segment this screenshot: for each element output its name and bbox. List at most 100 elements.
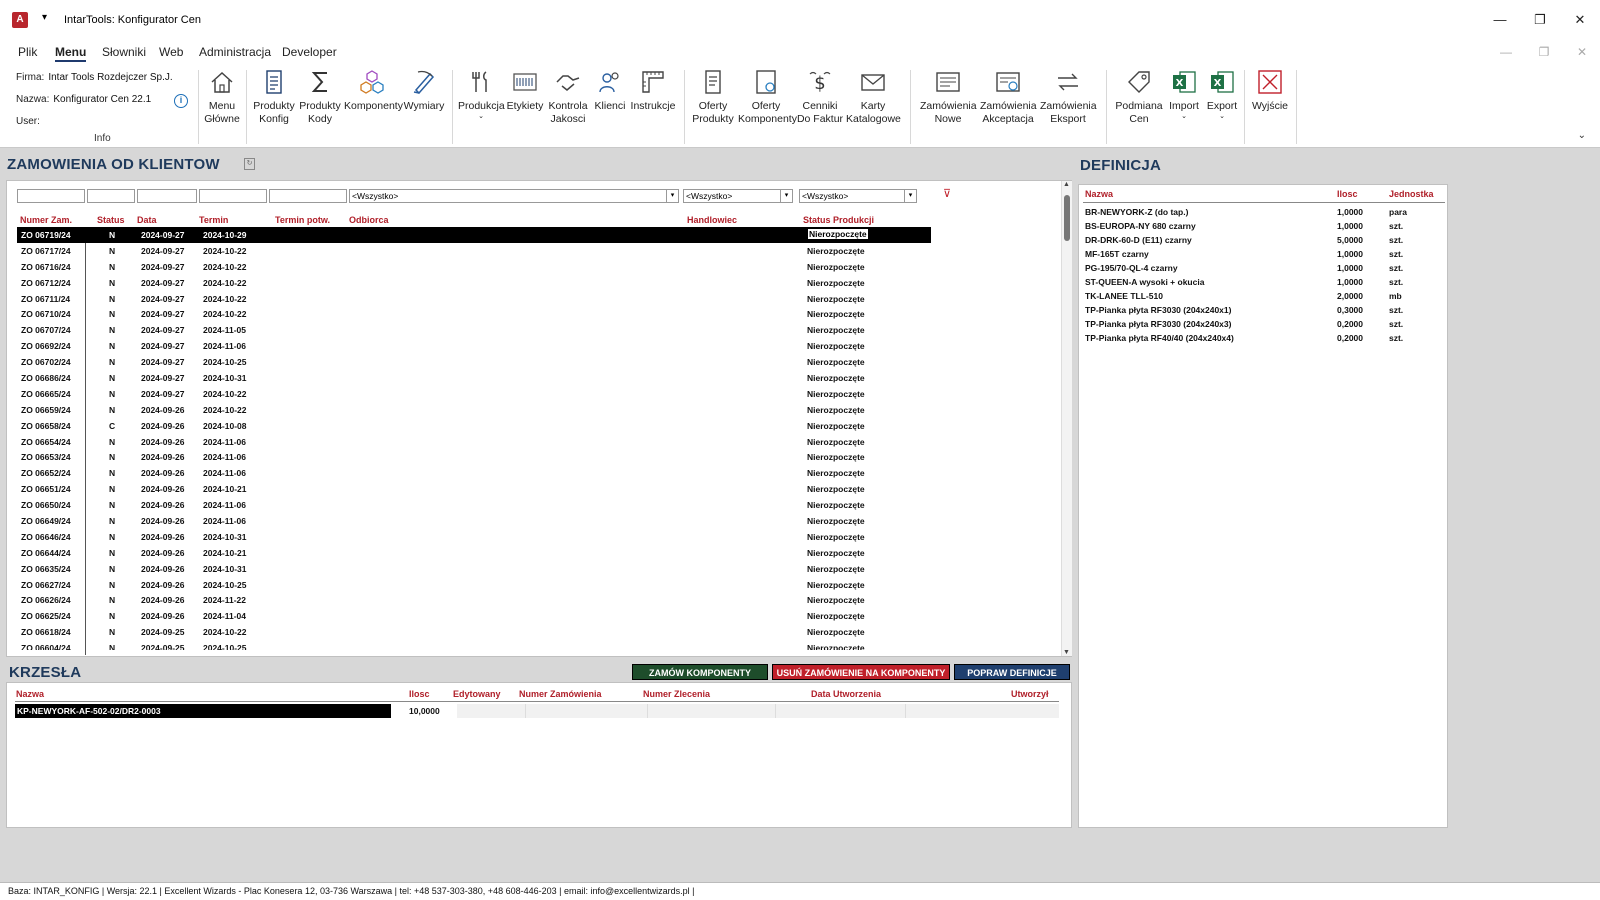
col-termin[interactable]: Termin <box>199 215 228 225</box>
kcol-edytowany[interactable]: Edytowany <box>453 689 501 699</box>
import-button[interactable]: X Import ⌄ <box>1166 68 1202 121</box>
klienci-button[interactable]: Klienci <box>592 68 628 113</box>
col-odbiorca[interactable]: Odbiorca <box>349 215 389 225</box>
info-icon[interactable]: i <box>174 94 188 108</box>
col-handlowiec[interactable]: Handlowiec <box>687 215 737 225</box>
table-row[interactable]: ZO 06649/24 N 2024-09-26 2024-11-06 Nierozpo… <box>17 513 1057 529</box>
minimize-button[interactable]: — <box>1480 8 1520 32</box>
definicja-row[interactable]: MF-165T czarny 1,0000 szt. <box>1085 247 1441 261</box>
table-row[interactable]: ZO 06626/24 N 2024-09-26 2024-11-22 Nierozpo… <box>17 592 1057 608</box>
cenniki-button[interactable]: $ Cenniki Do Faktur <box>796 68 844 126</box>
col-numer-zam[interactable]: Numer Zam. <box>20 215 72 225</box>
definicja-row[interactable]: BS-EUROPA-NY 680 czarny 1,0000 szt. <box>1085 219 1441 233</box>
popraw-definicje-button[interactable]: POPRAW DEFINICJE <box>954 664 1070 680</box>
definicja-row[interactable]: PG-195/70-QL-4 czarny 1,0000 szt. <box>1085 261 1441 275</box>
chevron-down-icon[interactable]: ▾ <box>780 190 792 202</box>
kcol-numer-zlecenia[interactable]: Numer Zlecenia <box>643 689 710 699</box>
table-row[interactable]: ZO 06651/24 N 2024-09-26 2024-10-21 Nierozpo… <box>17 481 1057 497</box>
table-row[interactable]: ZO 06644/24 N 2024-09-26 2024-10-21 Nierozpo… <box>17 545 1057 561</box>
definicja-row[interactable]: TP-Pianka płyta RF3030 (204x240x3) 0,2000… <box>1085 317 1441 331</box>
table-row[interactable]: ZO 06707/24 N 2024-09-27 2024-11-05 Nierozpo… <box>17 322 1057 338</box>
close-button[interactable]: ✕ <box>1560 8 1600 32</box>
orders-scrollbar[interactable]: ▲ ▼ <box>1061 181 1072 656</box>
filter-status[interactable] <box>87 189 135 203</box>
definicja-row[interactable]: TK-LANEE TLL-510 2,0000 mb <box>1085 289 1441 303</box>
table-row[interactable]: ZO 06650/24 N 2024-09-26 2024-11-06 Nierozpo… <box>17 497 1057 513</box>
dcol-ilosc[interactable]: Ilosc <box>1337 189 1358 199</box>
definicja-row[interactable]: DR-DRK-60-D (E11) czarny 5,0000 szt. <box>1085 233 1441 247</box>
filter-numer[interactable] <box>17 189 85 203</box>
definicja-row[interactable]: TP-Pianka płyta RF40/40 (204x240x4) 0,200… <box>1085 331 1441 345</box>
doc-minimize-button[interactable]: — <box>1486 40 1526 64</box>
kcol-utworzyl[interactable]: Utworzył <box>1011 689 1049 699</box>
kcol-ilosc[interactable]: Ilosc <box>409 689 430 699</box>
col-status[interactable]: Status <box>97 215 125 225</box>
table-row[interactable]: ZO 06653/24 N 2024-09-26 2024-11-06 Nierozpo… <box>17 449 1057 465</box>
export-dropdown-icon[interactable]: ⌄ <box>1204 113 1240 121</box>
kcol-data-utworzenia[interactable]: Data Utworzenia <box>811 689 881 699</box>
table-row[interactable]: ZO 06710/24 N 2024-09-27 2024-10-22 Nierozpo… <box>17 306 1057 322</box>
maximize-button[interactable]: ❐ <box>1520 8 1560 32</box>
filter-odbiorca[interactable]: <Wszystko> ▾ <box>349 189 679 203</box>
menu-plik[interactable]: Plik <box>18 45 37 59</box>
komponenty-button[interactable]: Komponenty <box>344 68 403 113</box>
doc-close-button[interactable]: ✕ <box>1562 40 1600 64</box>
quick-access-dropdown-icon[interactable]: ▾ <box>42 12 47 23</box>
zamow-komponenty-button[interactable]: ZAMÓW KOMPONENTY <box>632 664 768 680</box>
kcol-nazwa[interactable]: Nazwa <box>16 689 44 699</box>
import-dropdown-icon[interactable]: ⌄ <box>1166 113 1202 121</box>
definicja-row[interactable]: TP-Pianka płyta RF3030 (204x240x1) 0,3000… <box>1085 303 1441 317</box>
oferty-komponenty-button[interactable]: Oferty Komponenty <box>738 68 797 126</box>
access-app-icon[interactable]: A <box>12 12 28 28</box>
krzesla-row[interactable]: KP-NEWYORK-AF-502-02/DR2-0003 10,0000 <box>15 704 1059 718</box>
table-row[interactable]: ZO 06717/24 N 2024-09-27 2024-10-22 Nierozpo… <box>17 243 1057 259</box>
table-row[interactable]: ZO 06716/24 N 2024-09-27 2024-10-22 Nierozpo… <box>17 259 1057 275</box>
collapse-ribbon-icon[interactable]: ⌄ <box>1578 130 1586 141</box>
wymiary-button[interactable]: Wymiary <box>402 68 446 113</box>
etykiety-button[interactable]: Etykiety <box>506 68 544 113</box>
refresh-icon[interactable]: ↻ <box>244 158 255 170</box>
karty-katalogowe-button[interactable]: Karty Katalogowe <box>846 68 901 126</box>
kcol-numer-zamowienia[interactable]: Numer Zamówienia <box>519 689 602 699</box>
menu-web[interactable]: Web <box>159 45 183 59</box>
produkty-konfig-button[interactable]: Produkty Konfig <box>252 68 296 126</box>
table-row[interactable]: ZO 06652/24 N 2024-09-26 2024-11-06 Nierozpo… <box>17 465 1057 481</box>
chevron-down-icon[interactable]: ▾ <box>666 190 678 202</box>
oferty-produkty-button[interactable]: Oferty Produkty <box>690 68 736 126</box>
zamowienia-nowe-button[interactable]: Zamówienia Nowe <box>920 68 977 126</box>
kontrola-jakosci-button[interactable]: Kontrola Jakosci <box>546 68 590 126</box>
col-status-produkcji[interactable]: Status Produkcji <box>803 215 874 225</box>
menu-developer[interactable]: Developer <box>282 45 337 59</box>
chevron-down-icon[interactable]: ▾ <box>904 190 916 202</box>
wyjscie-button[interactable]: Wyjście <box>1250 68 1290 113</box>
filter-handlowiec[interactable]: <Wszystko> ▾ <box>683 189 793 203</box>
table-row[interactable]: ZO 06665/24 N 2024-09-27 2024-10-22 Nierozpo… <box>17 386 1057 402</box>
table-row[interactable]: ZO 06604/24 N 2024-09-25 2024-10-25 Nierozpo… <box>17 640 1057 650</box>
table-row[interactable]: ZO 06719/24 N 2024-09-27 2024-10-29 Nierozpo… <box>17 227 931 243</box>
zamowienia-akceptacja-button[interactable]: Zamówienia Akceptacja <box>980 68 1037 126</box>
filter-data[interactable] <box>137 189 197 203</box>
scroll-thumb[interactable] <box>1064 195 1070 241</box>
produkcja-button[interactable]: Produkcja ⌄ <box>458 68 505 121</box>
clear-filter-icon[interactable]: ⊽ <box>943 187 951 200</box>
table-row[interactable]: ZO 06659/24 N 2024-09-26 2024-10-22 Nierozpo… <box>17 402 1057 418</box>
menu-glowne-button[interactable]: Menu Główne <box>204 68 240 126</box>
dcol-nazwa[interactable]: Nazwa <box>1085 189 1113 199</box>
table-row[interactable]: ZO 06692/24 N 2024-09-27 2024-11-06 Nierozpo… <box>17 338 1057 354</box>
table-row[interactable]: ZO 06625/24 N 2024-09-26 2024-11-04 Nierozpo… <box>17 608 1057 624</box>
zamowienia-eksport-button[interactable]: Zamówienia Eksport <box>1040 68 1097 126</box>
table-row[interactable]: ZO 06654/24 N 2024-09-26 2024-11-06 Nierozpo… <box>17 434 1057 450</box>
filter-termin-potw[interactable] <box>269 189 347 203</box>
scroll-down-icon[interactable]: ▼ <box>1063 649 1070 656</box>
usun-zamowienie-button[interactable]: USUŃ ZAMÓWIENIE NA KOMPONENTY <box>772 664 950 680</box>
table-row[interactable]: ZO 06627/24 N 2024-09-26 2024-10-25 Nierozpo… <box>17 577 1057 593</box>
table-row[interactable]: ZO 06686/24 N 2024-09-27 2024-10-31 Nierozpo… <box>17 370 1057 386</box>
table-row[interactable]: ZO 06646/24 N 2024-09-26 2024-10-31 Nierozpo… <box>17 529 1057 545</box>
menu-słowniki[interactable]: Słowniki <box>102 45 146 59</box>
col-termin-potw[interactable]: Termin potw. <box>275 215 330 225</box>
scroll-up-icon[interactable]: ▲ <box>1063 181 1070 188</box>
definicja-row[interactable]: BR-NEWYORK-Z (do tap.) 1,0000 para <box>1085 205 1441 219</box>
definicja-row[interactable]: ST-QUEEN-A wysoki + okucia 1,0000 szt. <box>1085 275 1441 289</box>
filter-status-produkcji[interactable]: <Wszystko> ▾ <box>799 189 917 203</box>
podmiana-cen-button[interactable]: Podmiana Cen <box>1114 68 1164 126</box>
